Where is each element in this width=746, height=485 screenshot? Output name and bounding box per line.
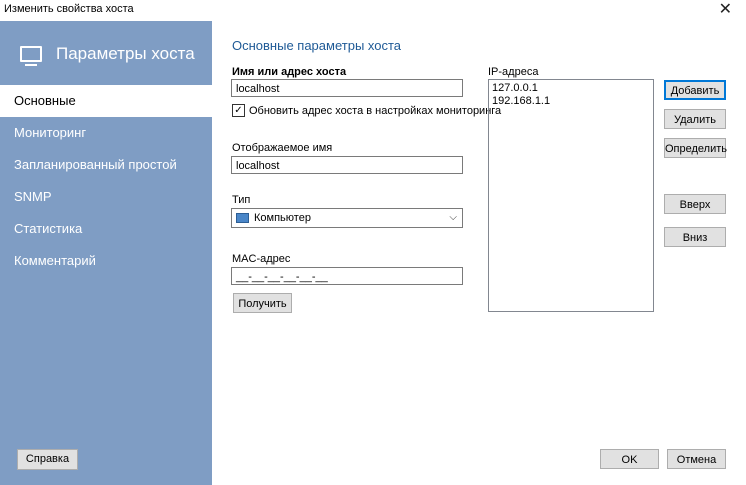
ok-button[interactable]: OK bbox=[600, 449, 659, 469]
sidebar: Параметры хоста Основные Мониторинг Запл… bbox=[0, 21, 212, 485]
close-icon[interactable]: ✕ bbox=[719, 0, 732, 20]
sidebar-title: Параметры хоста bbox=[56, 44, 195, 63]
sidebar-header: Параметры хоста bbox=[20, 41, 195, 67]
add-button[interactable]: Добавить bbox=[664, 80, 726, 100]
section-title: Основные параметры хоста bbox=[232, 38, 402, 53]
sidebar-item-snmp[interactable]: SNMP bbox=[0, 181, 212, 213]
mac-label: MAC-адрес bbox=[232, 253, 291, 265]
display-name-input[interactable]: localhost bbox=[231, 156, 463, 174]
update-address-checkbox[interactable]: ✓ Обновить адрес хоста в настройках мони… bbox=[232, 104, 501, 117]
sidebar-nav: Основные Мониторинг Запланированный прос… bbox=[0, 85, 212, 277]
down-button[interactable]: Вниз bbox=[664, 227, 726, 247]
sidebar-item-comment[interactable]: Комментарий bbox=[0, 245, 212, 277]
display-name-label: Отображаемое имя bbox=[232, 142, 333, 154]
list-item[interactable]: 192.168.1.1 bbox=[492, 95, 650, 108]
ip-list[interactable]: 127.0.0.1 192.168.1.1 bbox=[488, 79, 654, 312]
get-mac-button[interactable]: Получить bbox=[233, 293, 292, 313]
chevron-down-icon[interactable]: ⌵ bbox=[449, 212, 457, 223]
monitor-icon bbox=[20, 46, 42, 66]
type-select[interactable]: Компьютер ⌵ bbox=[231, 208, 463, 228]
up-button[interactable]: Вверх bbox=[664, 194, 726, 214]
update-address-label: Обновить адрес хоста в настройках монито… bbox=[249, 104, 502, 117]
sidebar-item-general[interactable]: Основные bbox=[0, 85, 212, 117]
host-label: Имя или адрес хоста bbox=[232, 66, 347, 78]
detect-button[interactable]: Определить bbox=[664, 138, 727, 158]
sidebar-item-monitoring[interactable]: Мониторинг bbox=[0, 117, 212, 149]
ip-label: IP-адреса bbox=[488, 66, 539, 78]
help-button[interactable]: Справка bbox=[17, 449, 78, 470]
checkbox-check-icon[interactable]: ✓ bbox=[232, 104, 245, 117]
mac-input[interactable]: __-__-__-__-__-__ bbox=[231, 267, 463, 285]
delete-button[interactable]: Удалить bbox=[664, 109, 726, 129]
window-title: Изменить свойства хоста bbox=[4, 3, 134, 15]
main-panel: Основные параметры хоста Имя или адрес х… bbox=[212, 21, 746, 485]
host-input[interactable]: localhost bbox=[231, 79, 463, 97]
computer-icon bbox=[236, 213, 249, 223]
cancel-button[interactable]: Отмена bbox=[667, 449, 726, 469]
sidebar-item-scheduled-downtime[interactable]: Запланированный простой bbox=[0, 149, 212, 181]
list-item[interactable]: 127.0.0.1 bbox=[492, 82, 650, 95]
sidebar-item-statistics[interactable]: Статистика bbox=[0, 213, 212, 245]
type-value: Компьютер bbox=[254, 212, 311, 224]
title-bar: Изменить свойства хоста ✕ bbox=[0, 0, 746, 20]
type-label: Тип bbox=[232, 194, 251, 206]
